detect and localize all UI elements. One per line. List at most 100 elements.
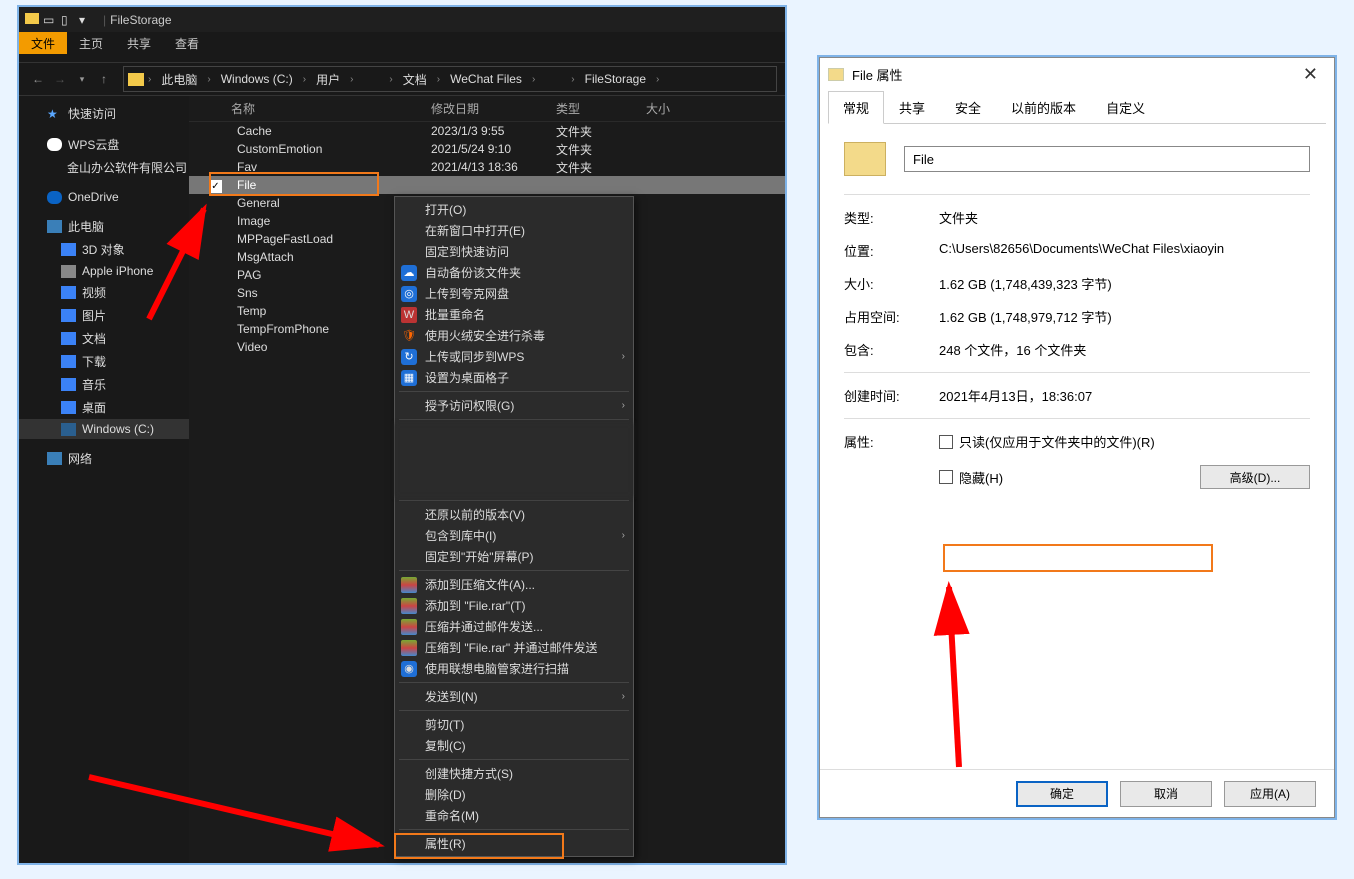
shield-icon: 🛡 — [401, 328, 417, 344]
sidebar-desktop[interactable]: 桌面 — [19, 396, 189, 419]
readonly-checkbox[interactable] — [939, 435, 953, 449]
sidebar-network[interactable]: 网络 — [19, 447, 189, 470]
menu-pin-quick-access[interactable]: 固定到快速访问 — [395, 241, 633, 262]
ok-button[interactable]: 确定 — [1016, 781, 1108, 807]
column-date[interactable]: 修改日期 — [431, 100, 556, 117]
pc-icon — [47, 220, 62, 233]
tab-general[interactable]: 常规 — [828, 91, 884, 124]
dialog-tabs: 常规 共享 安全 以前的版本 自定义 — [828, 90, 1326, 124]
menu-add-filerar[interactable]: 添加到 "File.rar"(T) — [395, 595, 633, 616]
menu-zip-email-file[interactable]: 压缩到 "File.rar" 并通过邮件发送 — [395, 637, 633, 658]
apply-button[interactable]: 应用(A) — [1224, 781, 1316, 807]
column-name[interactable]: 名称 — [231, 100, 431, 117]
readonly-label: 只读(仅应用于文件夹中的文件)(R) — [959, 432, 1155, 451]
breadcrumb[interactable]: WeChat Files — [444, 72, 528, 86]
menu-copy[interactable]: 复制(C) — [395, 735, 633, 756]
sidebar-wps-cloud[interactable]: WPS云盘 — [19, 133, 189, 156]
tab-previous-versions[interactable]: 以前的版本 — [996, 91, 1091, 124]
nav-forward[interactable]: → — [49, 68, 71, 90]
breadcrumb[interactable]: 用户 — [310, 71, 346, 88]
menu-open[interactable]: 打开(O) — [395, 199, 633, 220]
tab-custom[interactable]: 自定义 — [1091, 91, 1160, 124]
hidden-checkbox[interactable] — [939, 470, 953, 484]
menu-desk-grid[interactable]: ▦设置为桌面格子 — [395, 367, 633, 388]
close-button[interactable]: ✕ — [1295, 64, 1326, 85]
sidebar-onedrive[interactable]: OneDrive — [19, 187, 189, 207]
column-type[interactable]: 类型 — [556, 100, 646, 117]
sidebar-kingsoft[interactable]: 金山办公软件有限公司 — [19, 156, 189, 179]
dialog-titlebar: File 属性 ✕ — [820, 58, 1334, 90]
nav-back[interactable]: ← — [27, 68, 49, 90]
column-headers[interactable]: 名称 修改日期 类型 大小 — [189, 96, 785, 122]
sidebar-downloads[interactable]: 下载 — [19, 350, 189, 373]
hidden-label: 隐藏(H) — [959, 468, 1003, 487]
table-row[interactable]: Fav2021/4/13 18:36文件夹 — [189, 158, 785, 176]
menu-cut[interactable]: 剪切(T) — [395, 714, 633, 735]
context-menu: 打开(O) 在新窗口中打开(E) 固定到快速访问 ☁自动备份该文件夹 ◎上传到夸… — [394, 196, 634, 857]
menu-properties[interactable]: 属性(R) — [395, 833, 633, 854]
table-row[interactable]: ✓File — [189, 176, 785, 194]
menu-delete[interactable]: 删除(D) — [395, 784, 633, 805]
menu-send-to[interactable]: 发送到(N)› — [395, 686, 633, 707]
menu-restore-versions[interactable]: 还原以前的版本(V) — [395, 504, 633, 525]
app-icon: ▭ — [43, 13, 57, 27]
menu-batch-rename[interactable]: W批量重命名 — [395, 304, 633, 325]
column-size[interactable]: 大小 — [646, 100, 706, 117]
menu-lenovo-scan[interactable]: ◉使用联想电脑管家进行扫描 — [395, 658, 633, 679]
phone-icon — [61, 265, 76, 278]
nav-recent[interactable]: ▾ — [71, 68, 93, 90]
tab-home[interactable]: 主页 — [67, 32, 115, 54]
sidebar-documents[interactable]: 文档 — [19, 327, 189, 350]
sidebar-pictures[interactable]: 图片 — [19, 304, 189, 327]
tab-file[interactable]: 文件 — [19, 32, 67, 54]
sidebar-this-pc[interactable]: 此电脑 — [19, 215, 189, 238]
nav-up[interactable]: ↑ — [93, 68, 115, 90]
properties-dialog: File 属性 ✕ 常规 共享 安全 以前的版本 自定义 类型:文件夹 位置:C… — [817, 55, 1337, 820]
breadcrumb[interactable]: Windows (C:) — [215, 72, 299, 86]
menu-rename[interactable]: 重命名(M) — [395, 805, 633, 826]
folder-icon — [844, 142, 886, 176]
table-row[interactable]: CustomEmotion2021/5/24 9:10文件夹 — [189, 140, 785, 158]
tab-share[interactable]: 共享 — [115, 32, 163, 54]
breadcrumb[interactable]: 此电脑 — [155, 71, 203, 88]
dialog-body: 类型:文件夹 位置:C:\Users\82656\Documents\WeCha… — [820, 124, 1334, 769]
tab-share[interactable]: 共享 — [884, 91, 940, 124]
music-icon — [61, 378, 76, 391]
filename-input[interactable] — [904, 146, 1310, 172]
menu-wps-sync[interactable]: ↻上传或同步到WPS› — [395, 346, 633, 367]
address-bar[interactable]: › 此电脑› Windows (C:)› 用户› › 文档› WeChat Fi… — [123, 66, 777, 92]
label-created: 创建时间: — [844, 386, 939, 405]
label-contains: 包含: — [844, 340, 939, 359]
menu-auto-backup[interactable]: ☁自动备份该文件夹 — [395, 262, 633, 283]
menu-upload-quark[interactable]: ◎上传到夸克网盘 — [395, 283, 633, 304]
shield-icon: ◉ — [401, 661, 417, 677]
breadcrumb[interactable]: 文档 — [397, 71, 433, 88]
sidebar-iphone[interactable]: Apple iPhone — [19, 261, 189, 281]
label-type: 类型: — [844, 208, 939, 227]
tab-security[interactable]: 安全 — [940, 91, 996, 124]
menu-zip-email[interactable]: 压缩并通过邮件发送... — [395, 616, 633, 637]
menu-add-archive[interactable]: 添加到压缩文件(A)... — [395, 574, 633, 595]
menu-huorong-scan[interactable]: 🛡使用火绒安全进行杀毒 — [395, 325, 633, 346]
breadcrumb[interactable]: FileStorage — [579, 72, 652, 86]
menu-include-library[interactable]: 包含到库中(I)› — [395, 525, 633, 546]
tab-view[interactable]: 查看 — [163, 32, 211, 54]
dialog-buttons: 确定 取消 应用(A) — [820, 769, 1334, 817]
sidebar-c-drive[interactable]: Windows (C:) — [19, 419, 189, 439]
menu-grant-access[interactable]: 授予访问权限(G)› — [395, 395, 633, 416]
sidebar-music[interactable]: 音乐 — [19, 373, 189, 396]
sidebar-3d-objects[interactable]: 3D 对象 — [19, 238, 189, 261]
wps-icon: W — [401, 307, 417, 323]
dropdown-icon[interactable]: ▾ — [79, 13, 93, 27]
advanced-button[interactable]: 高级(D)... — [1200, 465, 1310, 489]
menu-pin-start[interactable]: 固定到"开始"屏幕(P) — [395, 546, 633, 567]
explorer-window: ▭ ▯ ▾ | FileStorage 文件 主页 共享 查看 ← → ▾ ↑ … — [17, 5, 787, 865]
table-row[interactable]: Cache2023/1/3 9:55文件夹 — [189, 122, 785, 140]
menu-open-new-window[interactable]: 在新窗口中打开(E) — [395, 220, 633, 241]
menu-create-shortcut[interactable]: 创建快捷方式(S) — [395, 763, 633, 784]
cancel-button[interactable]: 取消 — [1120, 781, 1212, 807]
nav-bar: ← → ▾ ↑ › 此电脑› Windows (C:)› 用户› › 文档› W… — [19, 62, 785, 96]
sidebar-videos[interactable]: 视频 — [19, 281, 189, 304]
chevron-right-icon: › — [148, 74, 151, 85]
sidebar-quick-access[interactable]: 快速访问 — [19, 102, 189, 125]
